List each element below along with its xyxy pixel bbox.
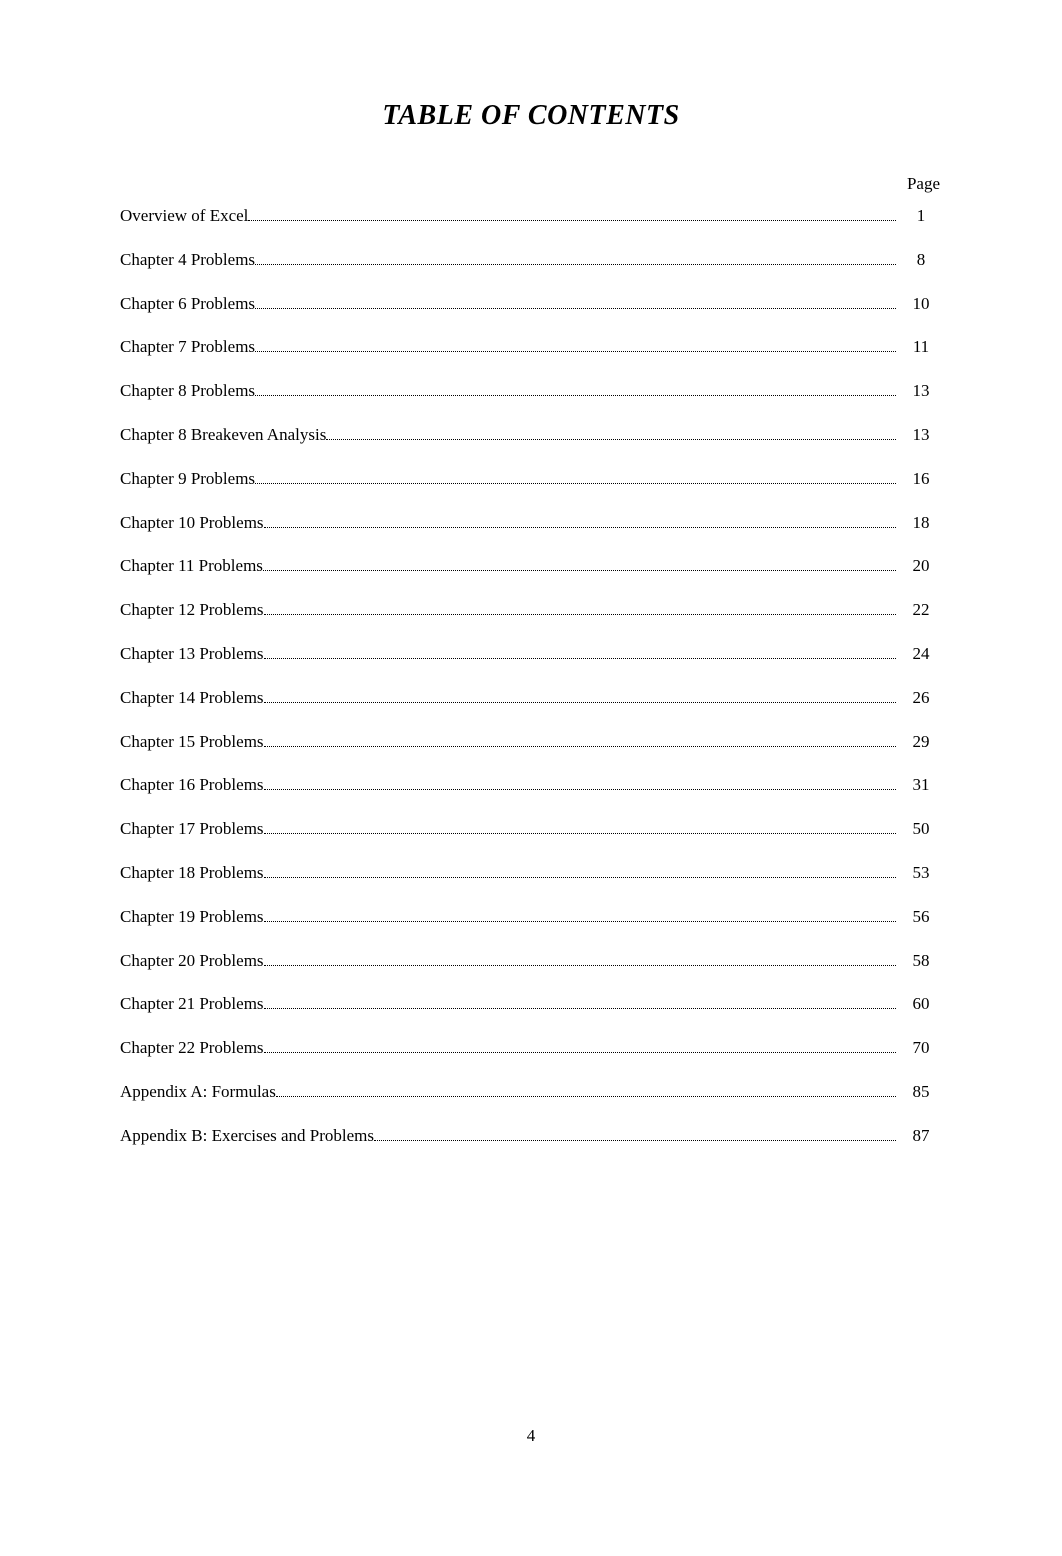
toc-leader-dots xyxy=(264,906,896,921)
page-column-header: Page xyxy=(120,174,942,194)
toc-entry-label: Chapter 4 Problems xyxy=(120,248,255,272)
toc-entry: Chapter 20 Problems 58 xyxy=(120,949,942,973)
toc-entry: Chapter 14 Problems 26 xyxy=(120,686,942,710)
toc-entry-label: Chapter 18 Problems xyxy=(120,861,264,885)
toc-leader-dots xyxy=(248,206,896,221)
toc-entry-page: 53 xyxy=(900,861,942,885)
toc-entry-label: Chapter 8 Breakeven Analysis xyxy=(120,423,326,447)
toc-entry-label: Chapter 6 Problems xyxy=(120,292,255,316)
toc-entry-label: Chapter 21 Problems xyxy=(120,992,264,1016)
toc-entry: Chapter 22 Problems 70 xyxy=(120,1036,942,1060)
toc-entry-label: Chapter 8 Problems xyxy=(120,379,255,403)
toc-entry: Chapter 19 Problems 56 xyxy=(120,905,942,929)
toc-entry-page: 56 xyxy=(900,905,942,929)
toc-leader-dots xyxy=(264,863,896,878)
toc-entry-label: Chapter 12 Problems xyxy=(120,598,264,622)
toc-leader-dots xyxy=(264,994,896,1009)
toc-entry: Chapter 17 Problems 50 xyxy=(120,817,942,841)
toc-entry-page: 1 xyxy=(900,204,942,228)
toc-entry: Chapter 21 Problems 60 xyxy=(120,992,942,1016)
toc-entry: Chapter 16 Problems 31 xyxy=(120,773,942,797)
toc-entry-label: Chapter 10 Problems xyxy=(120,511,264,535)
toc-entry-label: Appendix B: Exercises and Problems xyxy=(120,1124,374,1148)
toc-entry: Chapter 12 Problems 22 xyxy=(120,598,942,622)
toc-leader-dots xyxy=(326,425,896,440)
toc-entry-label: Chapter 17 Problems xyxy=(120,817,264,841)
toc-entry-label: Chapter 7 Problems xyxy=(120,335,255,359)
toc-leader-dots xyxy=(276,1082,896,1097)
document-page: TABLE OF CONTENTS Page Overview of Excel… xyxy=(0,0,1062,1228)
toc-leader-dots xyxy=(264,1038,896,1053)
toc-leader-dots xyxy=(264,644,896,659)
toc-entry: Chapter 18 Problems 53 xyxy=(120,861,942,885)
toc-leader-dots xyxy=(264,687,896,702)
toc-entry-label: Chapter 16 Problems xyxy=(120,773,264,797)
toc-entry-label: Chapter 14 Problems xyxy=(120,686,264,710)
toc-entry: Overview of Excel 1 xyxy=(120,204,942,228)
toc-entry: Chapter 15 Problems 29 xyxy=(120,730,942,754)
toc-entry: Chapter 8 Breakeven Analysis 13 xyxy=(120,423,942,447)
toc-leader-dots xyxy=(264,950,896,965)
toc-entry: Chapter 8 Problems 13 xyxy=(120,379,942,403)
toc-entry-page: 22 xyxy=(900,598,942,622)
toc-entry: Chapter 6 Problems 10 xyxy=(120,292,942,316)
toc-entry: Appendix A: Formulas 85 xyxy=(120,1080,942,1104)
toc-entry: Appendix B: Exercises and Problems 87 xyxy=(120,1124,942,1148)
toc-entry-page: 31 xyxy=(900,773,942,797)
toc-entry-page: 50 xyxy=(900,817,942,841)
toc-entry-page: 11 xyxy=(900,335,942,359)
toc-entry-page: 13 xyxy=(900,423,942,447)
toc-entry-label: Chapter 19 Problems xyxy=(120,905,264,929)
toc-entry: Chapter 9 Problems 16 xyxy=(120,467,942,491)
page-title: TABLE OF CONTENTS xyxy=(120,100,942,132)
toc-entry-page: 20 xyxy=(900,554,942,578)
toc-entry-label: Chapter 13 Problems xyxy=(120,642,264,666)
toc-entry-page: 26 xyxy=(900,686,942,710)
toc-leader-dots xyxy=(255,293,896,308)
toc-leader-dots xyxy=(374,1125,896,1140)
toc-entry: Chapter 7 Problems 11 xyxy=(120,335,942,359)
toc-leader-dots xyxy=(263,556,896,571)
toc-entry-page: 24 xyxy=(900,642,942,666)
toc-entry-page: 29 xyxy=(900,730,942,754)
toc-leader-dots xyxy=(264,600,896,615)
toc-leader-dots xyxy=(255,337,896,352)
toc-entry-page: 85 xyxy=(900,1080,942,1104)
toc-entry-page: 58 xyxy=(900,949,942,973)
toc-entry-label: Chapter 11 Problems xyxy=(120,554,263,578)
toc-leader-dots xyxy=(264,512,896,527)
toc-entry-page: 10 xyxy=(900,292,942,316)
toc-entry-label: Chapter 20 Problems xyxy=(120,949,264,973)
toc-entry-page: 60 xyxy=(900,992,942,1016)
toc-entry-page: 8 xyxy=(900,248,942,272)
toc-entry-label: Chapter 22 Problems xyxy=(120,1036,264,1060)
toc-entry: Chapter 11 Problems 20 xyxy=(120,554,942,578)
toc-list: Overview of Excel1Chapter 4 Problems8Cha… xyxy=(120,204,942,1148)
toc-entry-label: Chapter 9 Problems xyxy=(120,467,255,491)
toc-entry-page: 16 xyxy=(900,467,942,491)
toc-entry-page: 18 xyxy=(900,511,942,535)
footer-page-number: 4 xyxy=(0,1426,1062,1446)
toc-entry: Chapter 13 Problems 24 xyxy=(120,642,942,666)
toc-leader-dots xyxy=(264,775,896,790)
toc-entry: Chapter 4 Problems 8 xyxy=(120,248,942,272)
toc-leader-dots xyxy=(264,731,896,746)
toc-entry-page: 70 xyxy=(900,1036,942,1060)
toc-entry-page: 13 xyxy=(900,379,942,403)
toc-leader-dots xyxy=(255,381,896,396)
toc-entry-page: 87 xyxy=(900,1124,942,1148)
toc-entry-label: Overview of Excel xyxy=(120,204,248,228)
toc-leader-dots xyxy=(255,250,896,265)
toc-entry-label: Appendix A: Formulas xyxy=(120,1080,276,1104)
toc-entry: Chapter 10 Problems 18 xyxy=(120,511,942,535)
toc-leader-dots xyxy=(255,468,896,483)
toc-entry-label: Chapter 15 Problems xyxy=(120,730,264,754)
toc-leader-dots xyxy=(264,819,896,834)
